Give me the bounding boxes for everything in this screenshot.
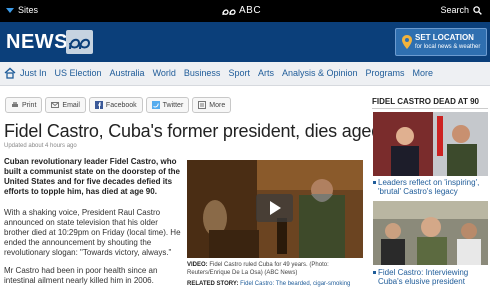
email-label: Email <box>62 101 80 109</box>
more-label: More <box>209 101 226 109</box>
search-button[interactable]: Search <box>440 5 482 15</box>
twitter-icon <box>151 101 160 109</box>
news-header: NEWS SET LOCATION for local news & weath… <box>0 22 490 62</box>
nav-item-sport[interactable]: Sport <box>228 68 250 78</box>
related-story[interactable]: RELATED STORY: Fidel Castro: The bearded… <box>187 281 350 287</box>
nav-item-world[interactable]: World <box>153 68 176 78</box>
share-bar: Print Email Facebook Twitter More <box>5 97 232 113</box>
nav-item-analysis-opinion[interactable]: Analysis & Opinion <box>282 68 358 78</box>
main-nav: Just In US Election Australia World Busi… <box>0 62 490 86</box>
nav-list: Just In US Election Australia World Busi… <box>20 68 433 78</box>
abc-logo-box-icon <box>66 30 93 54</box>
bullet-icon <box>373 271 376 274</box>
more-icon <box>198 101 207 109</box>
set-location-button[interactable]: SET LOCATION for local news & weather <box>395 28 487 56</box>
sidebar-image[interactable] <box>373 201 488 265</box>
caption-text: Fidel Castro ruled Cuba for 49 years. (P… <box>187 262 329 276</box>
abc-label: ABC <box>239 5 262 16</box>
article-paragraph: Mr Castro had been in poor health since … <box>4 266 158 285</box>
twitter-button[interactable]: Twitter <box>145 97 190 113</box>
home-icon[interactable] <box>4 67 16 79</box>
sites-menu[interactable]: Sites <box>6 5 38 15</box>
abc-logo-icon <box>222 8 236 15</box>
article-headline: Fidel Castro, Cuba's former president, d… <box>4 121 406 141</box>
bullet-icon <box>373 181 376 184</box>
news-logo[interactable]: NEWS <box>6 31 68 54</box>
sidebar-image[interactable] <box>373 112 488 176</box>
nav-item-australia[interactable]: Australia <box>110 68 145 78</box>
video-player[interactable] <box>187 160 363 258</box>
location-pin-icon <box>402 35 412 49</box>
nav-item-arts[interactable]: Arts <box>258 68 274 78</box>
article-lead: Cuban revolutionary leader Fidel Castro,… <box>4 157 181 196</box>
sidebar-title: FIDEL CASTRO DEAD AT 90 <box>372 97 479 106</box>
facebook-icon <box>94 101 103 109</box>
play-button[interactable] <box>256 194 293 222</box>
print-label: Print <box>22 101 37 109</box>
facebook-label: Facebook <box>105 101 137 109</box>
related-link[interactable]: Fidel Castro: The bearded, cigar-smoking <box>240 281 350 287</box>
facebook-button[interactable]: Facebook <box>88 97 143 113</box>
top-bar: Sites ABC Search <box>0 0 490 22</box>
set-location-title: SET LOCATION <box>415 33 474 42</box>
nav-item-more[interactable]: More <box>413 68 434 78</box>
article-updated: Updated about 4 hours ago <box>4 143 77 149</box>
sidebar-link[interactable]: Leaders reflect on 'inspiring', 'brutal'… <box>378 178 488 196</box>
sites-label: Sites <box>18 5 39 15</box>
nav-item-just-in[interactable]: Just In <box>20 68 47 78</box>
abc-brand[interactable]: ABC <box>222 5 261 16</box>
print-button[interactable]: Print <box>5 97 43 113</box>
nav-item-us-election[interactable]: US Election <box>55 68 102 78</box>
related-label: RELATED STORY: <box>187 281 239 287</box>
search-label: Search <box>440 5 469 15</box>
video-caption: VIDEO: Fidel Castro ruled Cuba for 49 ye… <box>187 261 363 277</box>
more-share-button[interactable]: More <box>192 97 232 113</box>
twitter-label: Twitter <box>162 101 184 109</box>
sidebar-link[interactable]: Fidel Castro: Interviewing Cuba's elusiv… <box>378 268 488 286</box>
print-icon <box>12 102 18 107</box>
email-icon <box>51 102 60 108</box>
nav-item-programs[interactable]: Programs <box>366 68 405 78</box>
caption-source: (ABC News) <box>264 270 298 276</box>
article-paragraph: With a shaking voice, President Raul Cas… <box>4 208 181 257</box>
nav-item-business[interactable]: Business <box>184 68 221 78</box>
chevron-down-icon <box>6 7 14 13</box>
search-icon <box>473 5 482 15</box>
sidebar-divider <box>372 108 488 109</box>
caption-label: VIDEO: <box>187 262 208 268</box>
set-location-subtitle: for local news & weather <box>415 44 481 50</box>
email-button[interactable]: Email <box>45 97 86 113</box>
